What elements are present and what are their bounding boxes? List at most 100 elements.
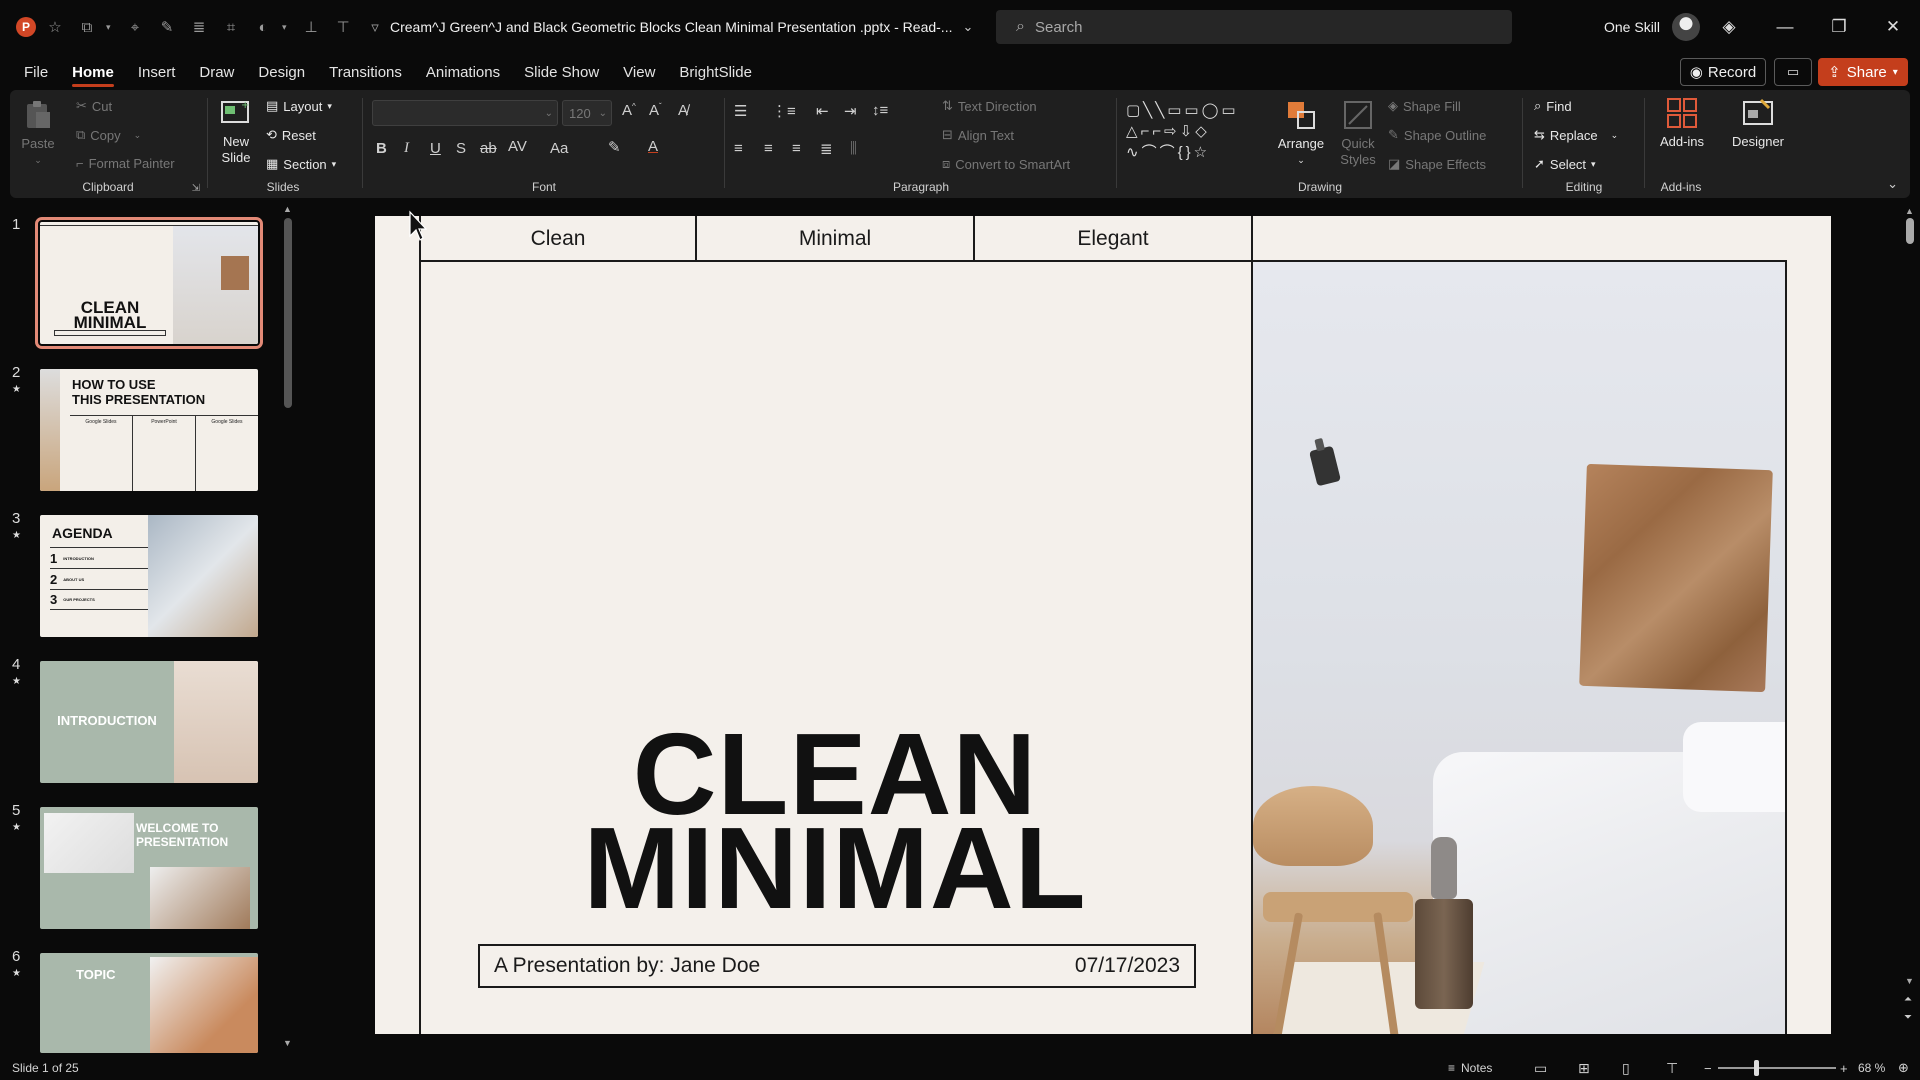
chevron-down-icon[interactable]: ▾: [282, 22, 292, 33]
shape-icon[interactable]: ◐: [250, 14, 276, 40]
addins-button[interactable]: Add-ins: [1652, 96, 1712, 150]
decrease-font-icon[interactable]: Aˇ: [649, 102, 662, 119]
font-color-icon[interactable]: A: [648, 138, 658, 155]
collapse-ribbon-icon[interactable]: ⌄: [1887, 176, 1898, 192]
italic-icon[interactable]: I: [404, 140, 409, 157]
slide-title-line2[interactable]: MINIMAL: [419, 810, 1251, 926]
reading-view-icon[interactable]: ▯: [1622, 1056, 1630, 1080]
highlight-icon[interactable]: ✎: [608, 138, 621, 156]
normal-view-icon[interactable]: ▭: [1534, 1056, 1547, 1080]
chevron-down-icon[interactable]: ▾: [1893, 67, 1898, 78]
next-slide-icon[interactable]: ⏷: [1904, 1012, 1912, 1023]
bullets-icon[interactable]: ☰: [734, 102, 747, 120]
header-cell-elegant[interactable]: Elegant: [975, 216, 1251, 262]
search-input[interactable]: ⌕ Search: [996, 10, 1512, 44]
copy-button[interactable]: ⧉ Copy ⌄: [76, 127, 141, 143]
scroll-down-icon[interactable]: ▼: [283, 1038, 292, 1048]
underline-icon[interactable]: U: [430, 140, 441, 157]
distribute-icon[interactable]: ⊥: [298, 14, 324, 40]
close-icon[interactable]: ✕: [1870, 0, 1916, 54]
bold-icon[interactable]: B: [376, 140, 387, 157]
comments-button[interactable]: ▭: [1774, 58, 1812, 86]
designer-button[interactable]: Designer: [1726, 96, 1790, 150]
align-center-icon[interactable]: ≡: [764, 140, 773, 157]
present-icon[interactable]: ⌖: [122, 14, 148, 40]
tab-slide-show[interactable]: Slide Show: [512, 54, 611, 90]
shape-outline-button[interactable]: ✎ Shape Outline: [1388, 127, 1486, 143]
slide-thumbnail-3[interactable]: AGENDA 1 INTRODUCTION 2 ABOUT US 3 OUR PROJ…: [40, 515, 258, 637]
tab-home[interactable]: Home: [60, 54, 126, 90]
customize-toolbar-icon[interactable]: ▿: [362, 14, 388, 40]
notes-button[interactable]: ≡ Notes: [1448, 1056, 1492, 1080]
justify-icon[interactable]: ≣: [820, 140, 833, 158]
align-left-icon[interactable]: ≡: [734, 140, 743, 157]
tab-view[interactable]: View: [611, 54, 667, 90]
increase-indent-icon[interactable]: ⇥: [844, 102, 857, 120]
slide-thumbnail-2[interactable]: HOW TO USE THIS PRESENTATION Google Slid…: [40, 369, 258, 491]
new-slide-button[interactable]: + New Slide: [214, 96, 258, 166]
shape-fill-button[interactable]: ◈ Shape Fill: [1388, 98, 1461, 114]
align-right-icon[interactable]: ≡: [792, 140, 801, 157]
slide-thumbnail-6[interactable]: TOPIC: [40, 953, 258, 1053]
paste-button[interactable]: Paste ⌄: [20, 98, 56, 168]
shapes-gallery[interactable]: ▢╲╲▭▭◯▭ △⌐⌐⇨⇩◇ ∿⌒⌒{}☆: [1126, 100, 1266, 164]
format-painter-button[interactable]: ⌐ Format Painter: [76, 156, 175, 171]
zoom-out-icon[interactable]: −: [1704, 1056, 1712, 1080]
increase-font-icon[interactable]: A^: [622, 102, 636, 119]
chevron-down-icon[interactable]: ⌄: [962, 19, 973, 35]
tab-animations[interactable]: Animations: [414, 54, 512, 90]
slide-sorter-icon[interactable]: ⊞: [1578, 1056, 1590, 1080]
shape-effects-button[interactable]: ◪ Shape Effects: [1388, 156, 1486, 172]
shadow-icon[interactable]: S: [456, 140, 466, 157]
select-button[interactable]: ➚ Select ▾: [1534, 156, 1596, 172]
minimize-icon[interactable]: —: [1762, 0, 1808, 54]
arrange-icon[interactable]: ⊤: [330, 14, 356, 40]
slide-thumbnail-1[interactable]: CLEAN MINIMAL: [35, 217, 263, 349]
share-button[interactable]: ⇪ Share ▾: [1818, 58, 1908, 86]
find-button[interactable]: ⌕ Find: [1534, 98, 1572, 114]
diamond-icon[interactable]: ◈: [1706, 0, 1752, 54]
tab-brightslide[interactable]: BrightSlide: [667, 54, 764, 90]
slideshow-icon[interactable]: ⊤: [1666, 1056, 1678, 1080]
zoom-slider[interactable]: [1718, 1067, 1836, 1069]
crop-icon[interactable]: ⌗: [218, 14, 244, 40]
change-case-icon[interactable]: Aa: [550, 140, 568, 157]
decrease-indent-icon[interactable]: ⇤: [816, 102, 829, 120]
tab-design[interactable]: Design: [246, 54, 317, 90]
replace-button[interactable]: ⇆ Replace ⌄: [1534, 127, 1618, 143]
character-spacing-icon[interactable]: AV: [508, 138, 527, 155]
tab-file[interactable]: File: [12, 54, 60, 90]
align-icon[interactable]: ≣: [186, 14, 212, 40]
header-cell-minimal[interactable]: Minimal: [697, 216, 973, 262]
slide-canvas[interactable]: Clean Minimal Elegant CLEAN MINIMAL A Pr…: [375, 216, 1831, 1034]
scroll-up-icon[interactable]: ▲: [1905, 206, 1914, 216]
scroll-down-icon[interactable]: ▼: [1905, 976, 1914, 986]
tab-draw[interactable]: Draw: [187, 54, 246, 90]
numbering-icon[interactable]: ⋮≡: [772, 102, 796, 120]
autosave-icon[interactable]: ☆: [42, 14, 68, 40]
dialog-launcher-icon[interactable]: ⇲: [192, 183, 200, 194]
clear-formatting-icon[interactable]: A̸: [678, 102, 688, 119]
bedroom-photo[interactable]: [1253, 262, 1785, 1034]
chevron-down-icon[interactable]: ▾: [106, 22, 116, 33]
convert-smartart-button[interactable]: ⧈ Convert to SmartArt: [942, 156, 1070, 172]
text-direction-button[interactable]: ⇅ Text Direction: [942, 98, 1037, 114]
section-button[interactable]: ▦ Section ▾: [266, 156, 336, 172]
zoom-slider-knob[interactable]: [1754, 1060, 1759, 1076]
font-size-field[interactable]: 120 ⌄: [562, 100, 612, 126]
line-spacing-icon[interactable]: ↕≡: [872, 102, 888, 119]
tab-insert[interactable]: Insert: [126, 54, 188, 90]
reset-button[interactable]: ⟲ Reset: [266, 127, 316, 143]
cut-button[interactable]: ✂ Cut: [76, 98, 112, 114]
byline-box[interactable]: A Presentation by: Jane Doe 07/17/2023: [478, 944, 1196, 988]
layout-button[interactable]: ▤ Layout ▾: [266, 98, 332, 114]
user-name[interactable]: One Skill: [1604, 19, 1660, 35]
header-cell-clean[interactable]: Clean: [421, 216, 695, 262]
slide-thumbnail-4[interactable]: INTRODUCTION: [40, 661, 258, 783]
tab-transitions[interactable]: Transitions: [317, 54, 414, 90]
zoom-in-icon[interactable]: +: [1840, 1056, 1848, 1080]
avatar[interactable]: [1672, 13, 1701, 41]
save-icon[interactable]: ⧉: [74, 14, 100, 40]
draw-icon[interactable]: ✎: [154, 14, 180, 40]
arrange-button[interactable]: Arrange ⌄: [1270, 98, 1332, 168]
